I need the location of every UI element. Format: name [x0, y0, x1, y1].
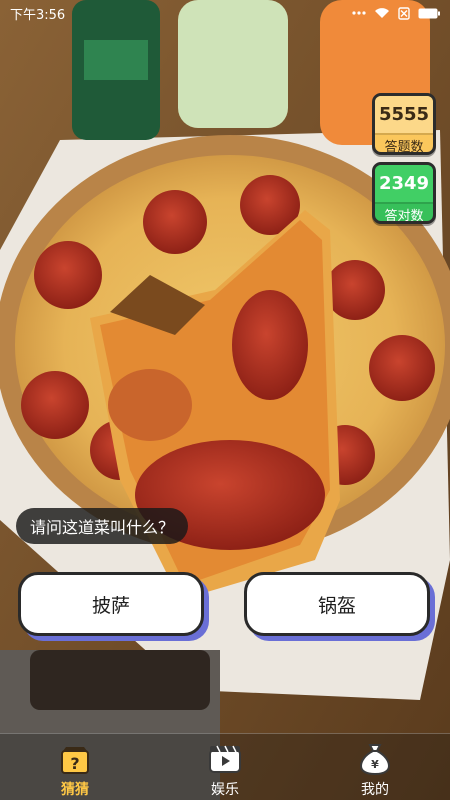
- tab-guess-label: 猜猜: [61, 782, 89, 798]
- status-time: 下午3:56: [10, 7, 66, 23]
- question-count-label: 答题数: [375, 133, 433, 152]
- question-count-value: 5555: [375, 96, 433, 133]
- signal-dots-icon: [352, 10, 366, 16]
- tab-entertainment[interactable]: 娱乐: [150, 734, 300, 800]
- sim-off-icon: [398, 6, 410, 20]
- battery-icon: [418, 8, 440, 19]
- question-count-badge: 5555 答题数: [372, 93, 436, 155]
- answer-option-2[interactable]: 锅盔: [244, 572, 430, 636]
- answer-option-1[interactable]: 披萨: [18, 572, 204, 636]
- svg-text:¥: ¥: [371, 758, 379, 771]
- tab-mine-label: 我的: [361, 782, 389, 798]
- svg-text:?: ?: [70, 754, 79, 773]
- correct-count-value: 2349: [375, 165, 433, 202]
- tab-entertainment-label: 娱乐: [211, 782, 239, 798]
- question-box-icon: ?: [57, 741, 93, 777]
- wifi-icon: [374, 7, 390, 19]
- correct-count-label: 答对数: [375, 202, 433, 221]
- correct-count-badge: 2349 答对数: [372, 162, 436, 224]
- status-bar: 下午3:56: [0, 0, 450, 26]
- status-icons: [352, 6, 440, 20]
- question-bubble: 请问这道菜叫什么？: [16, 508, 189, 544]
- video-play-icon: [207, 741, 243, 777]
- bottom-tab-bar: ? 猜猜 娱乐 ¥ 我的: [0, 733, 450, 800]
- tab-mine[interactable]: ¥ 我的: [300, 734, 450, 800]
- tab-guess[interactable]: ? 猜猜: [0, 734, 150, 800]
- money-bag-icon: ¥: [357, 741, 393, 777]
